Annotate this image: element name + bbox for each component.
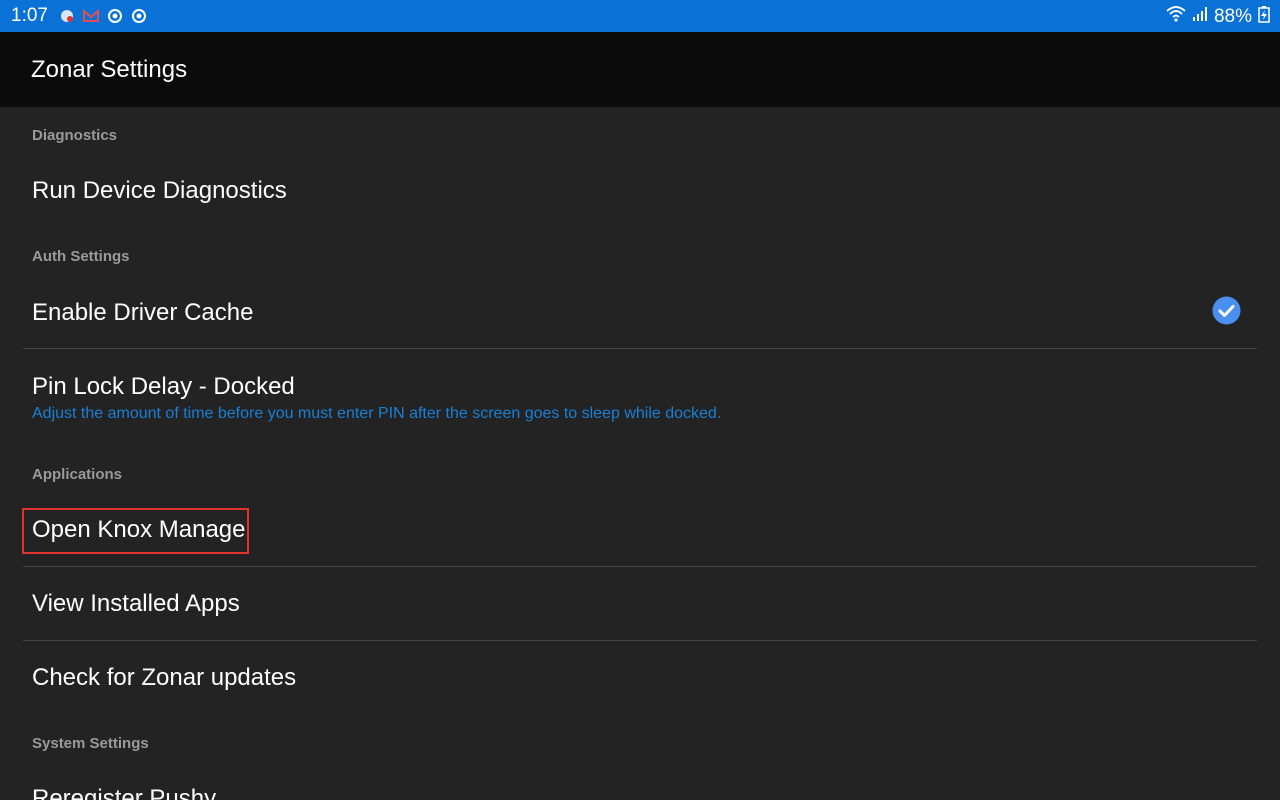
settings-list[interactable]: Diagnostics Run Device Diagnostics Auth … (0, 107, 1280, 800)
app-notification-icon (58, 7, 76, 25)
status-time: 1:07 (11, 5, 48, 26)
category-auth-settings: Auth Settings (32, 248, 130, 265)
check-updates-item[interactable]: Check for Zonar updates (23, 641, 1257, 714)
pin-lock-delay-item[interactable]: Pin Lock Delay - Docked Adjust the amoun… (23, 349, 1257, 425)
view-installed-apps-label: View Installed Apps (32, 590, 240, 617)
selection-highlight (22, 508, 249, 554)
status-bar: 1:07 88% (0, 0, 1280, 32)
signal-icon (1192, 6, 1208, 27)
battery-charging-icon (1258, 5, 1270, 28)
category-applications: Applications (32, 466, 123, 483)
page-title: Zonar Settings (31, 56, 188, 83)
driver-cache-checkbox[interactable] (1212, 296, 1241, 325)
category-system-settings: System Settings (32, 735, 149, 752)
reregister-pushy-item[interactable]: Reregister Pushy (23, 767, 1257, 800)
sync-icon (130, 7, 148, 25)
run-diagnostics-item[interactable]: Run Device Diagnostics (23, 159, 1257, 223)
mail-icon (82, 7, 100, 25)
check-updates-label: Check for Zonar updates (32, 664, 297, 691)
wifi-icon (1166, 5, 1186, 28)
battery-percentage: 88% (1213, 5, 1252, 27)
view-installed-apps-item[interactable]: View Installed Apps (23, 567, 1257, 640)
status-right: 88% (1166, 5, 1270, 28)
driver-cache-label: Enable Driver Cache (32, 299, 254, 326)
check-icon (1212, 296, 1241, 325)
pin-lock-delay-summary: Adjust the amount of time before you mus… (32, 405, 722, 422)
category-diagnostics: Diagnostics (32, 127, 118, 144)
app-bar: Zonar Settings (0, 32, 1280, 107)
notification-icons (58, 7, 148, 25)
run-diagnostics-label: Run Device Diagnostics (32, 177, 287, 204)
pin-lock-delay-label: Pin Lock Delay - Docked (32, 373, 295, 400)
sync-icon (106, 7, 124, 25)
reregister-pushy-label: Reregister Pushy (32, 785, 217, 800)
driver-cache-item[interactable]: Enable Driver Cache (23, 279, 1257, 347)
